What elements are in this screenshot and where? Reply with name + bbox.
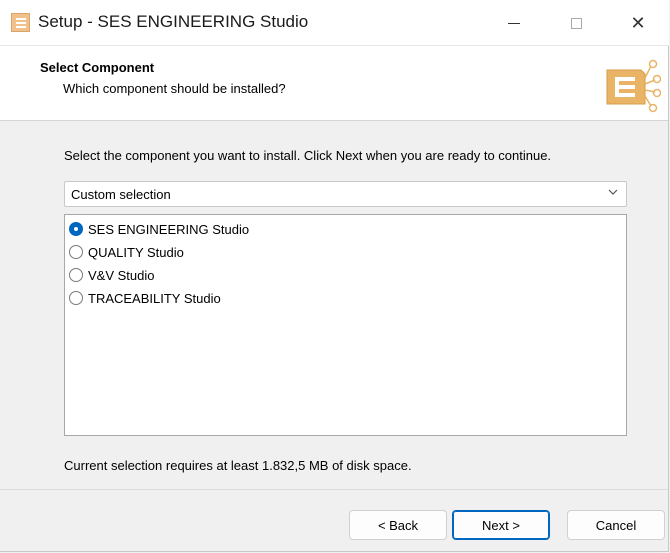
component-label: QUALITY Studio: [88, 244, 184, 260]
wizard-header: Select Component Which component should …: [0, 46, 668, 121]
radio-unselected-icon[interactable]: [69, 245, 83, 259]
cancel-button[interactable]: Cancel: [567, 510, 665, 540]
instruction-text: Select the component you want to install…: [64, 148, 552, 163]
setup-window: Setup - SES ENGINEERING Studio ✕ Select …: [0, 0, 669, 552]
list-item[interactable]: SES ENGINEERING Studio: [69, 218, 249, 240]
close-button[interactable]: ✕: [615, 0, 661, 46]
app-icon: [11, 13, 30, 32]
chevron-down-icon: [608, 189, 618, 195]
page-subtitle: Which component should be installed?: [63, 81, 286, 96]
minimize-icon: [508, 22, 520, 24]
ses-engineering-logo: [606, 59, 661, 113]
close-icon: ✕: [630, 12, 646, 33]
radio-selected-icon[interactable]: [69, 222, 83, 236]
component-label: SES ENGINEERING Studio: [88, 221, 250, 237]
page-title: Select Component: [40, 60, 155, 75]
back-button[interactable]: < Back: [349, 510, 447, 540]
component-type-dropdown[interactable]: Custom selection: [64, 181, 627, 207]
component-label: V&V Studio: [88, 267, 155, 283]
component-label: TRACEABILITY Studio: [88, 290, 221, 306]
maximize-icon: [570, 17, 582, 29]
list-item[interactable]: TRACEABILITY Studio: [69, 287, 221, 309]
next-button[interactable]: Next >: [452, 510, 550, 540]
dropdown-value: Custom selection: [71, 187, 171, 202]
disk-space-text: Current selection requires at least 1.83…: [64, 458, 412, 473]
list-item[interactable]: V&V Studio: [69, 264, 155, 286]
title-bar[interactable]: Setup - SES ENGINEERING Studio ✕: [0, 0, 669, 46]
footer-divider: [0, 489, 668, 490]
radio-unselected-icon[interactable]: [69, 268, 83, 282]
component-list: SES ENGINEERING Studio QUALITY Studio V&…: [64, 214, 627, 436]
maximize-button[interactable]: [553, 0, 599, 46]
radio-unselected-icon[interactable]: [69, 291, 83, 305]
window-title: Setup - SES ENGINEERING Studio: [38, 12, 309, 31]
minimize-button[interactable]: [491, 0, 537, 46]
list-item[interactable]: QUALITY Studio: [69, 241, 184, 263]
